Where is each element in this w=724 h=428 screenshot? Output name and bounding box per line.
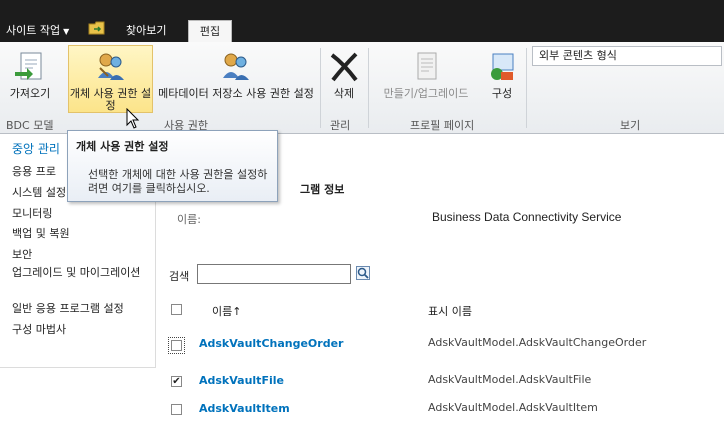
users-key-icon [97,53,124,80]
site-actions-label: 사이트 작업 [6,24,61,37]
set-metadata-store-permissions-label: 메타데이터 저장소 사용 권한 설정 [158,87,314,100]
import-label: 가져오기 [9,87,51,100]
top-tab-bar: 사이트 작업 ▼ 찾아보기 편집 [0,0,724,42]
name-field-label: 이름: [177,213,201,226]
column-header-name[interactable]: 이름↑ [212,303,241,319]
mouse-cursor-icon [126,108,140,129]
nav-application-management[interactable]: 응용 프로 [12,163,56,179]
profile-page-icon [417,52,437,80]
create-upgrade-label: 만들기/업그레이드 [383,87,469,100]
set-metadata-store-permissions-button[interactable]: 메타데이터 저장소 사용 권한 설정 [158,50,314,100]
row-name-link[interactable]: AdskVaultFile [199,374,284,387]
import-icon [15,52,42,80]
search-icon[interactable] [356,266,370,280]
group-label-manage: 관리 [330,119,351,132]
ribbon-separator [526,48,527,128]
group-label-view: 보기 [620,119,641,132]
users-key-icon [223,53,249,80]
set-object-permissions-button[interactable]: 개체 사용 권한 설정 [68,45,153,113]
section-title: 그램 정보 [300,183,345,196]
view-select[interactable]: 외부 콘텐츠 형식 [532,46,722,66]
search-label: 검색 [169,270,190,283]
folder-navigate-icon[interactable] [88,20,106,36]
ribbon-separator [320,48,321,128]
nav-general-application-settings[interactable]: 일반 응용 프로그램 설정 [12,300,124,316]
ribbon-tooltip: 개체 사용 권한 설정 선택한 개체에 대한 사용 권한을 설정하려면 여기를 … [67,130,278,202]
import-button[interactable]: 가져오기 [4,50,56,100]
tooltip-body: 선택한 개체에 대한 사용 권한을 설정하려면 여기를 클릭하십시오. [88,168,268,195]
delete-button[interactable]: 삭제 [326,50,362,100]
tab-browse[interactable]: 찾아보기 [126,22,166,38]
nav-backup-restore[interactable]: 백업 및 복원 [12,225,70,241]
nav-upgrade-migration[interactable]: 업그레이드 및 마이그레이션 [12,266,154,279]
nav-security[interactable]: 보안 [12,246,32,262]
row-checkbox[interactable]: ✔ [171,376,182,387]
row-checkbox[interactable] [171,404,182,415]
nav-central-administration[interactable]: 중앙 관리 [12,140,60,157]
row-checkbox[interactable] [168,337,185,354]
group-label-bdc-models: BDC 모델 [6,119,54,132]
chevron-down-icon: ▼ [63,27,70,36]
row-display-name: AdskVaultModel.AdskVaultItem [428,401,598,414]
configure-label: 구성 [491,87,513,100]
create-upgrade-button[interactable]: 만들기/업그레이드 [374,50,478,100]
ribbon-separator [368,48,369,128]
search-input[interactable] [197,264,351,284]
delete-x-icon [330,52,358,82]
tooltip-title: 개체 사용 권한 설정 [76,140,169,153]
configure-button[interactable]: 구성 [484,50,520,100]
row-display-name: AdskVaultModel.AdskVaultFile [428,373,592,386]
configure-icon [491,53,514,80]
site-actions-menu[interactable]: 사이트 작업 ▼ [6,22,69,38]
group-label-profile-pages: 프로필 페이지 [410,119,475,132]
nav-monitoring[interactable]: 모니터링 [12,205,52,221]
column-header-display-name[interactable]: 표시 이름 [428,303,472,319]
tab-edit[interactable]: 편집 [188,20,232,42]
delete-label: 삭제 [333,87,355,100]
select-all-checkbox[interactable] [171,304,182,315]
nav-configuration-wizards[interactable]: 구성 마법사 [12,321,66,337]
row-name-link[interactable]: AdskVaultChangeOrder [199,337,343,350]
nav-system-settings[interactable]: 시스템 설정 [12,184,66,200]
row-display-name: AdskVaultModel.AdskVaultChangeOrder [428,336,647,349]
row-name-link[interactable]: AdskVaultItem [199,402,290,415]
name-field-value: Business Data Connectivity Service [432,210,622,224]
